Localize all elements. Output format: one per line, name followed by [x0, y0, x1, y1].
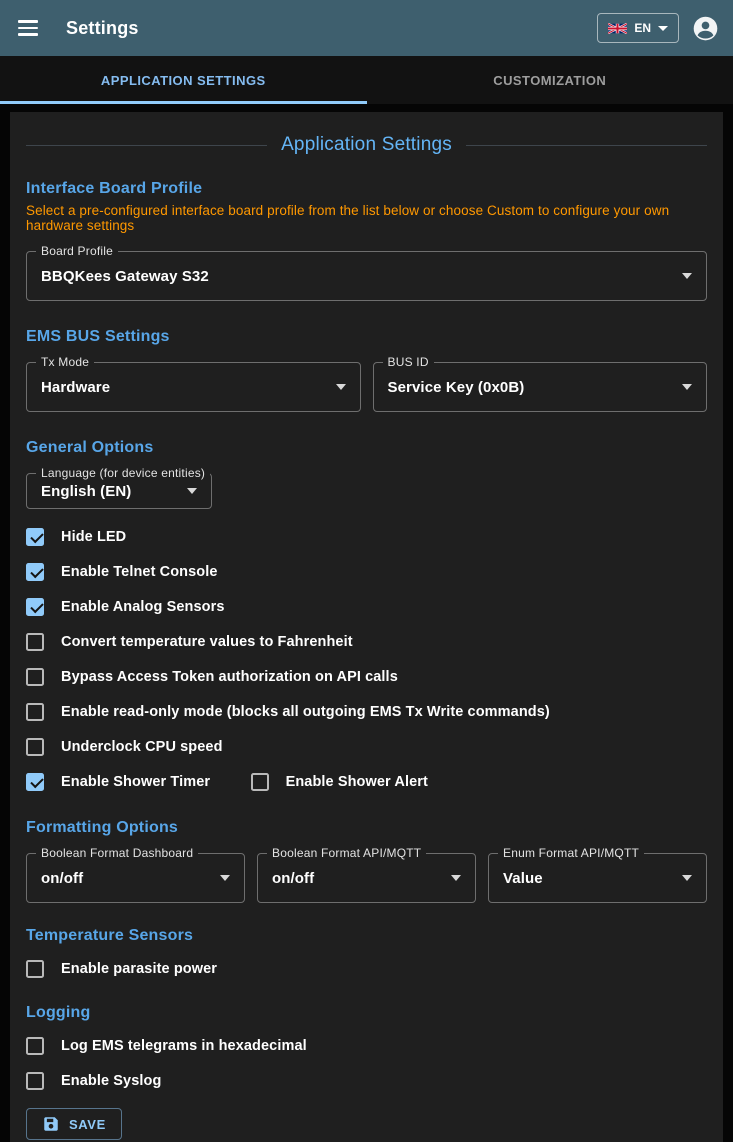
- chevron-down-icon: [658, 26, 668, 31]
- checkbox-hide-led[interactable]: Hide LED: [26, 519, 707, 554]
- select-value: English (EN): [41, 483, 179, 500]
- select-label: Board Profile: [36, 244, 118, 258]
- boolean-format-dashboard-select[interactable]: Boolean Format Dashboard on/off: [26, 853, 245, 903]
- checkbox-icon: [251, 773, 269, 791]
- app-bar: Settings EN: [0, 0, 733, 56]
- checkbox-icon: [26, 598, 44, 616]
- checkbox-icon: [26, 960, 44, 978]
- checkbox-convert-fahrenheit[interactable]: Convert temperature values to Fahrenheit: [26, 624, 707, 659]
- account-icon: [692, 15, 719, 42]
- checkbox-icon: [26, 1037, 44, 1055]
- general-options-checkbox-list: Hide LED Enable Telnet Console Enable An…: [26, 519, 707, 799]
- checkbox-icon: [26, 738, 44, 756]
- save-icon: [42, 1115, 60, 1133]
- board-profile-select[interactable]: Board Profile BBQKees Gateway S32: [26, 251, 707, 301]
- tab-application-settings[interactable]: APPLICATION SETTINGS: [0, 56, 367, 104]
- select-value: Hardware: [41, 379, 328, 396]
- account-button[interactable]: [691, 14, 719, 42]
- arrow-drop-down-icon: [336, 384, 346, 390]
- board-profile-helper-text: Select a pre-configured interface board …: [26, 203, 707, 233]
- arrow-drop-down-icon: [187, 488, 197, 494]
- tab-indicator: [0, 101, 367, 104]
- enum-format-api-mqtt-select[interactable]: Enum Format API/MQTT Value: [488, 853, 707, 903]
- boolean-format-api-mqtt-select[interactable]: Boolean Format API/MQTT on/off: [257, 853, 476, 903]
- menu-icon[interactable]: [14, 12, 46, 44]
- checkbox-icon: [26, 563, 44, 581]
- language-selector-button[interactable]: EN: [597, 13, 679, 43]
- save-button[interactable]: SAVE: [26, 1108, 122, 1140]
- checkbox-log-ems-hex[interactable]: Log EMS telegrams in hexadecimal: [26, 1028, 707, 1063]
- tab-bar: APPLICATION SETTINGS CUSTOMIZATION: [0, 56, 733, 104]
- tab-label: APPLICATION SETTINGS: [101, 73, 266, 88]
- language-entities-select[interactable]: Language (for device entities) English (…: [26, 473, 212, 509]
- shower-options-row: Enable Shower Timer Enable Shower Alert: [26, 764, 707, 799]
- tab-label: CUSTOMIZATION: [493, 73, 606, 88]
- select-label: Tx Mode: [36, 355, 94, 369]
- select-value: Value: [503, 870, 674, 887]
- checkbox-enable-syslog[interactable]: Enable Syslog: [26, 1063, 707, 1098]
- settings-panel: Application Settings Interface Board Pro…: [10, 112, 723, 1142]
- select-label: Boolean Format Dashboard: [36, 846, 198, 860]
- tx-mode-select[interactable]: Tx Mode Hardware: [26, 362, 361, 412]
- checkbox-enable-telnet-console[interactable]: Enable Telnet Console: [26, 554, 707, 589]
- arrow-drop-down-icon: [220, 875, 230, 881]
- heading-temperature-sensors: Temperature Sensors: [26, 927, 707, 945]
- checkbox-icon: [26, 633, 44, 651]
- arrow-drop-down-icon: [682, 273, 692, 279]
- checkbox-icon: [26, 668, 44, 686]
- select-value: BBQKees Gateway S32: [41, 268, 674, 285]
- checkbox-icon: [26, 1072, 44, 1090]
- section-divider-title: Application Settings: [26, 134, 707, 156]
- application-settings-title: Application Settings: [281, 134, 452, 156]
- checkbox-enable-shower-timer[interactable]: Enable Shower Timer: [26, 764, 210, 799]
- save-button-label: SAVE: [69, 1117, 106, 1132]
- select-label: Boolean Format API/MQTT: [267, 846, 426, 860]
- checkbox-read-only-mode[interactable]: Enable read-only mode (blocks all outgoi…: [26, 694, 707, 729]
- select-value: on/off: [41, 870, 212, 887]
- heading-general-options: General Options: [26, 439, 707, 457]
- arrow-drop-down-icon: [682, 875, 692, 881]
- select-value: Service Key (0x0B): [388, 379, 675, 396]
- checkbox-enable-parasite-power[interactable]: Enable parasite power: [26, 951, 707, 986]
- arrow-drop-down-icon: [682, 384, 692, 390]
- heading-interface-board-profile: Interface Board Profile: [26, 180, 707, 198]
- checkbox-icon: [26, 773, 44, 791]
- heading-ems-bus-settings: EMS BUS Settings: [26, 328, 707, 346]
- uk-flag-icon: [608, 23, 627, 34]
- select-label: BUS ID: [383, 355, 434, 369]
- checkbox-icon: [26, 703, 44, 721]
- checkbox-icon: [26, 528, 44, 546]
- checkbox-enable-analog-sensors[interactable]: Enable Analog Sensors: [26, 589, 707, 624]
- select-value: on/off: [272, 870, 443, 887]
- checkbox-bypass-access-token[interactable]: Bypass Access Token authorization on API…: [26, 659, 707, 694]
- heading-logging: Logging: [26, 1004, 707, 1022]
- heading-formatting-options: Formatting Options: [26, 819, 707, 837]
- bus-id-select[interactable]: BUS ID Service Key (0x0B): [373, 362, 708, 412]
- checkbox-enable-shower-alert[interactable]: Enable Shower Alert: [251, 764, 428, 799]
- select-label: Enum Format API/MQTT: [498, 846, 644, 860]
- language-label: EN: [634, 21, 651, 35]
- arrow-drop-down-icon: [451, 875, 461, 881]
- checkbox-underclock-cpu[interactable]: Underclock CPU speed: [26, 729, 707, 764]
- select-label: Language (for device entities): [36, 466, 210, 480]
- page-title: Settings: [66, 18, 139, 39]
- tab-customization[interactable]: CUSTOMIZATION: [367, 56, 733, 104]
